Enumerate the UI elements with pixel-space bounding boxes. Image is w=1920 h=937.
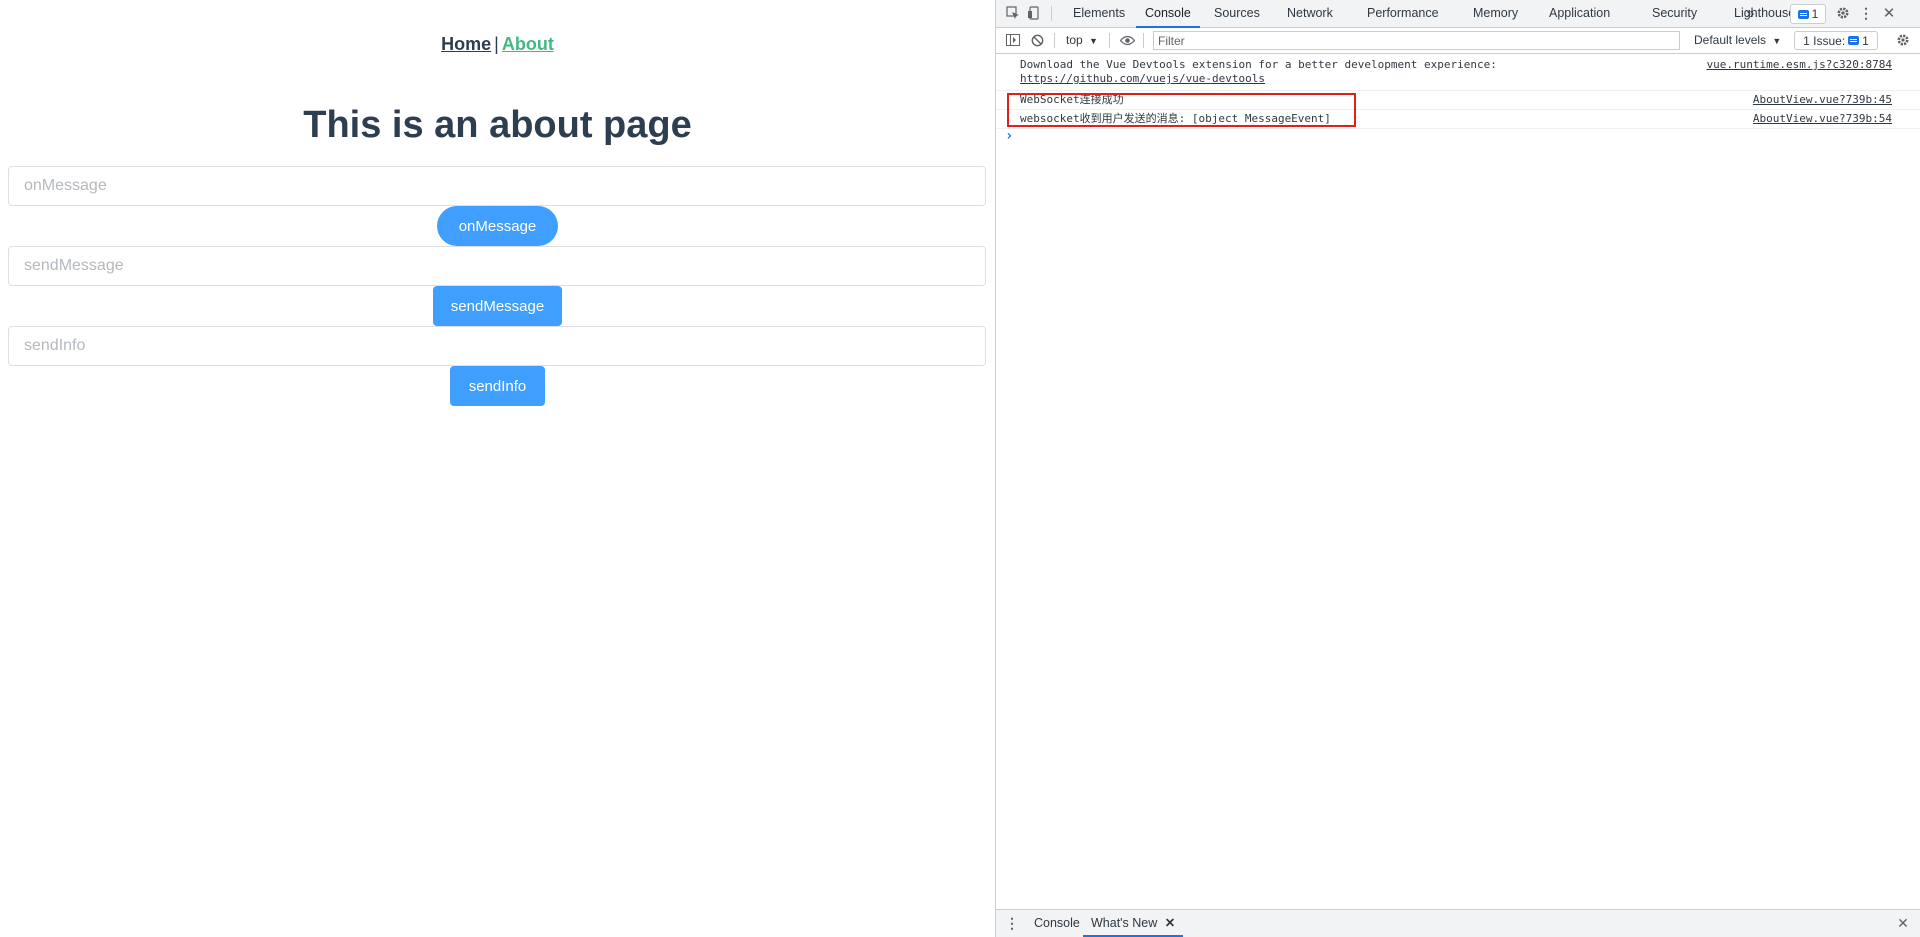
live-expression-eye-icon[interactable]	[1118, 31, 1136, 49]
device-toolbar-icon[interactable]	[1025, 4, 1043, 22]
message-icon	[1848, 36, 1860, 45]
tab-network[interactable]: Network	[1278, 0, 1342, 26]
drawer-menu-icon[interactable]: ⋮	[1003, 914, 1021, 932]
devtools-tab-bar: Elements Console Sources Network Perform…	[996, 0, 1920, 28]
nav-home-link[interactable]: Home	[441, 34, 491, 54]
console-output: Download the Vue Devtools extension for …	[996, 54, 1920, 910]
tab-elements[interactable]: Elements	[1064, 0, 1134, 26]
tab-divider	[1051, 6, 1052, 21]
sidebar-toggle-icon[interactable]	[1004, 31, 1022, 49]
devtools-drawer: ⋮ Console What's New ✕ ✕	[996, 909, 1920, 937]
on-message-button[interactable]: onMessage	[437, 206, 558, 246]
toolbar-divider	[1143, 33, 1144, 48]
send-info-button[interactable]: sendInfo	[450, 366, 545, 406]
close-devtools-icon[interactable]: ✕	[1880, 4, 1898, 22]
toolbar-divider	[1054, 33, 1055, 48]
top-nav: Home | About	[0, 34, 995, 55]
drawer-tab-label: What's New	[1091, 916, 1158, 930]
send-message-button[interactable]: sendMessage	[433, 286, 562, 326]
inspect-element-icon[interactable]	[1004, 4, 1022, 22]
tab-sources[interactable]: Sources	[1205, 0, 1269, 26]
on-message-input[interactable]	[8, 166, 986, 206]
dropdown-caret-icon: ▼	[1089, 36, 1098, 46]
tab-memory[interactable]: Memory	[1464, 0, 1527, 26]
tab-performance[interactable]: Performance	[1358, 0, 1448, 26]
console-toolbar: top ▼ Default levels ▼ 1 Issue: 1	[996, 28, 1920, 54]
kebab-menu-icon[interactable]: ⋮	[1857, 4, 1875, 22]
console-settings-gear-icon[interactable]	[1894, 31, 1912, 49]
console-source-link[interactable]: AboutView.vue?739b:45	[1753, 93, 1892, 107]
drawer-tab-whats-new[interactable]: What's New ✕	[1083, 910, 1184, 937]
console-message-text: WebSocket连接成功	[1020, 93, 1124, 106]
tab-console[interactable]: Console	[1136, 0, 1200, 28]
issues-badge-count: 1	[1811, 7, 1819, 21]
send-message-input[interactable]	[8, 246, 986, 286]
drawer-tab-console[interactable]: Console	[1026, 910, 1088, 935]
issues-button-count: 1	[1862, 33, 1869, 48]
context-select[interactable]: top ▼	[1066, 32, 1098, 49]
settings-gear-icon[interactable]	[1834, 4, 1852, 22]
issues-button-label: 1 Issue:	[1803, 33, 1846, 48]
toolbar-divider	[1109, 33, 1110, 48]
context-select-value: top	[1066, 33, 1083, 47]
tab-security[interactable]: Security	[1643, 0, 1706, 26]
nav-about-link[interactable]: About	[502, 34, 554, 54]
devtools-panel: Elements Console Sources Network Perform…	[995, 0, 1920, 937]
close-tab-icon[interactable]: ✕	[1165, 916, 1175, 930]
app-viewport: Home | About This is an about page onMessa…	[0, 0, 995, 937]
clear-console-icon[interactable]	[1028, 31, 1046, 49]
console-message-link[interactable]: https://github.com/vuejs/vue-devtools	[1020, 72, 1265, 85]
tab-application[interactable]: Application	[1540, 0, 1619, 26]
message-icon	[1797, 9, 1809, 19]
nav-separator: |	[494, 34, 499, 54]
page-title: This is an about page	[303, 104, 692, 146]
close-drawer-icon[interactable]: ✕	[1894, 914, 1912, 932]
console-prompt-chevron-icon[interactable]: ›	[1005, 128, 1013, 144]
console-source-link[interactable]: vue.runtime.esm.js?c320:8784	[1707, 58, 1892, 72]
console-filter-input[interactable]	[1153, 31, 1680, 50]
log-levels-label: Default levels	[1694, 33, 1767, 47]
send-info-input[interactable]	[8, 326, 986, 366]
console-message: websocket收到用户发送的消息: [object MessageEvent…	[996, 110, 1920, 129]
console-source-link[interactable]: AboutView.vue?739b:54	[1753, 112, 1892, 126]
dropdown-caret-icon: ▼	[1772, 36, 1782, 46]
console-message: Download the Vue Devtools extension for …	[996, 54, 1920, 91]
log-levels-dropdown[interactable]: Default levels ▼	[1694, 32, 1781, 50]
issues-counter-badge[interactable]: 1	[1790, 4, 1826, 24]
console-message: WebSocket连接成功 AboutView.vue?739b:45	[996, 91, 1920, 110]
more-tabs-icon[interactable]: »	[1742, 0, 1758, 26]
console-message-text: websocket收到用户发送的消息: [object MessageEvent…	[1020, 112, 1331, 125]
issues-button[interactable]: 1 Issue: 1	[1794, 31, 1878, 50]
